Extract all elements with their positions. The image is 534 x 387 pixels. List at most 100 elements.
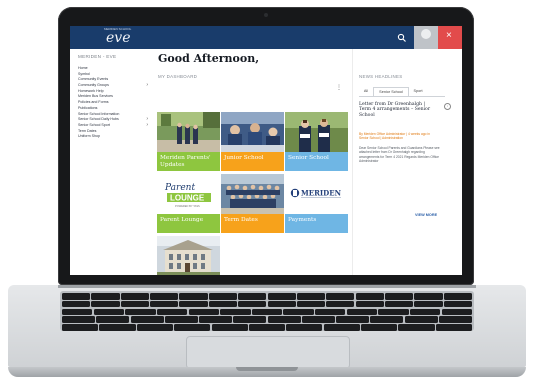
- sidebar-item-label: Community Groups: [78, 83, 109, 88]
- sidebar-item-label: Meriden Bus Services: [78, 94, 113, 99]
- tab-all[interactable]: All: [359, 87, 373, 96]
- search-icon[interactable]: [397, 33, 407, 43]
- meriden-logo-text: MERIDEN: [301, 189, 342, 198]
- dashboard-label: MY DASHBOARD: [158, 74, 198, 79]
- hinge: [58, 285, 476, 288]
- keyboard-key: [286, 324, 323, 331]
- brand-logo[interactable]: MERIDEN SCHOOL eve: [104, 27, 134, 47]
- keyboard-key: [62, 324, 99, 331]
- keyboard-key: [233, 316, 267, 323]
- tile-payments[interactable]: MERIDEN Payments: [285, 174, 348, 233]
- laptop-base: [8, 285, 526, 380]
- keyboard-key: [283, 308, 314, 316]
- tile-bar: Term Dates: [221, 214, 284, 233]
- tile-bar: Junior School: [221, 152, 284, 171]
- keyboard-key: [385, 293, 414, 300]
- keyboard-key: [370, 316, 404, 323]
- close-button[interactable]: ×: [438, 26, 462, 49]
- building-photo: [157, 236, 220, 275]
- sidebar-item-label: Senior School Daily Hubs: [78, 117, 119, 122]
- keyboard-key: [296, 293, 326, 300]
- sidebar-item-label: Symbol: [78, 71, 90, 76]
- keyboard-key: [326, 293, 355, 300]
- tab-sport[interactable]: Sport: [409, 87, 427, 96]
- news-headlines-title: NEWS HEADLINES: [359, 74, 403, 79]
- screen: MERIDEN SCHOOL eve × MERIDEN - EVE Home S…: [70, 26, 462, 275]
- keyboard-key: [248, 324, 286, 331]
- avatar-icon: [421, 29, 431, 39]
- keyboard-key: [91, 293, 120, 300]
- sidebar-menu: Home Symbol Community Events Community Grou…: [78, 66, 152, 140]
- article-title[interactable]: Letter from Dr Greenhalgh | Term 4 arran…: [359, 102, 437, 118]
- sidebar-item-label: Uniform Shop: [78, 134, 100, 139]
- keyboard-key: [414, 293, 443, 300]
- classroom-photo: [221, 112, 284, 152]
- keyboard-key: [438, 316, 472, 323]
- keyboard-key: [208, 300, 237, 308]
- keyboard-key: [62, 300, 91, 308]
- senior-girls-photo: [285, 112, 348, 152]
- tab-divider: [359, 96, 445, 97]
- keyboard-key: [62, 316, 96, 323]
- keyboard-key: [91, 300, 120, 308]
- keyboard-key: [150, 300, 179, 308]
- keyboard-key: [251, 308, 283, 316]
- keyboard-key: [174, 324, 211, 331]
- user-avatar-button[interactable]: [414, 26, 438, 49]
- info-icon[interactable]: i: [444, 103, 451, 110]
- keyboard-key: [409, 308, 441, 316]
- keyboard-key: [315, 308, 346, 316]
- tile-label: Payments: [288, 217, 317, 223]
- news-panel: NEWS HEADLINES All Senior School Sport L…: [352, 49, 462, 275]
- tile-senior-school[interactable]: Senior School: [285, 112, 348, 171]
- news-tabs: All Senior School Sport: [359, 87, 437, 97]
- keyboard-key: [96, 316, 130, 323]
- sidebar-item-label: Community Events: [78, 77, 109, 82]
- sidebar-title: MERIDEN - EVE: [78, 54, 117, 59]
- keyboard-key: [355, 300, 384, 308]
- keyboard-key: [296, 300, 326, 308]
- tile-building[interactable]: [157, 236, 220, 275]
- keyboard-key: [125, 308, 156, 316]
- more-options-icon[interactable]: ⋮: [336, 85, 342, 91]
- tile-bar: Parent Lounge: [157, 214, 220, 233]
- keyboard-key: [188, 308, 219, 316]
- sidebar-item-label: Publications: [78, 105, 98, 110]
- sidebar-item-label: Homework Help: [78, 88, 104, 93]
- keyboard-key: [62, 293, 91, 300]
- parent-lounge-logo-text-top: Parent: [164, 183, 195, 193]
- close-icon: ×: [446, 30, 452, 41]
- laptop-lid: MERIDEN SCHOOL eve × MERIDEN - EVE Home S…: [58, 7, 474, 285]
- brand-name: eve: [106, 30, 131, 46]
- keyboard-key: [414, 300, 443, 308]
- tile-parents-updates[interactable]: Meriden Parents' Updates: [157, 112, 220, 171]
- sidebar-item[interactable]: Uniform Shop: [78, 134, 152, 140]
- keyboard-key: [199, 316, 233, 323]
- group-photo: [221, 174, 284, 214]
- parent-lounge-logo-sub: POWERED BY TASS: [175, 204, 200, 208]
- article-meta[interactable]: By Meriden Office Administrator | 4 week…: [359, 132, 439, 141]
- tile-parent-lounge[interactable]: Parent LOUNGE POWERED BY TASS Parent Lou…: [157, 174, 220, 233]
- tile-bar: Senior School: [285, 152, 348, 171]
- view-more-link[interactable]: VIEW MORE: [415, 213, 437, 217]
- keyboard-key: [220, 308, 251, 316]
- tile-bar: Payments: [285, 214, 348, 233]
- tile-bar: Meriden Parents' Updates: [157, 152, 220, 171]
- keyboard-key: [443, 300, 472, 308]
- webcam: [264, 13, 268, 17]
- keyboard-key: [93, 308, 125, 316]
- keyboard-key: [336, 316, 370, 323]
- tile-label: Senior School: [288, 155, 329, 161]
- keyboard-key: [404, 316, 438, 323]
- sidebar-item-label: Home: [78, 66, 88, 70]
- tile-label: Term Dates: [224, 217, 258, 223]
- keyboard-key: [208, 293, 237, 300]
- tile-term-dates[interactable]: Term Dates: [221, 174, 284, 233]
- article-body: Dear Senior School Parents and Guardians…: [359, 146, 440, 163]
- parent-lounge-logo-text-bottom: LOUNGE: [170, 194, 205, 203]
- tile-junior-school[interactable]: Junior School: [221, 112, 284, 171]
- keyboard-key: [385, 300, 414, 308]
- keyboard: [60, 291, 474, 331]
- sidebar-item-label: Policies and Forms: [78, 100, 109, 105]
- keyboard-key: [326, 300, 355, 308]
